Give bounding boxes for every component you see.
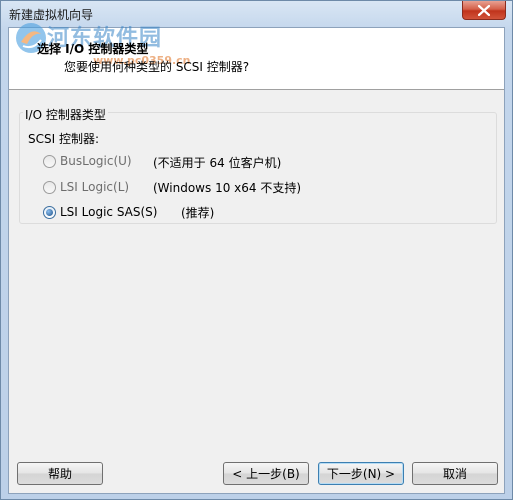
radio-buslogic[interactable]: BusLogic(U): [43, 152, 132, 170]
radio-label-buslogic: BusLogic(U): [60, 154, 132, 168]
close-icon: [478, 4, 490, 16]
close-button[interactable]: [462, 1, 506, 20]
note-lsi-logic: (Windows 10 x64 不支持): [153, 181, 302, 195]
radio-lsi-logic-sas[interactable]: LSI Logic SAS(S): [43, 203, 157, 221]
wizard-footer: 帮助 < 上一步(B) 下一步(N) > 取消: [9, 448, 504, 493]
help-button[interactable]: 帮助: [17, 462, 103, 485]
page-title: 选择 I/O 控制器类型: [37, 42, 149, 56]
cancel-button[interactable]: 取消: [412, 462, 498, 485]
wizard-header: 河东软件园 www.pc0359.cn 选择 I/O 控制器类型 您要使用何种类…: [9, 23, 504, 90]
next-button[interactable]: 下一步(N) >: [318, 462, 404, 485]
radio-label-lsi-logic: LSI Logic(L): [60, 180, 130, 194]
radio-label-lsi-logic-sas: LSI Logic SAS(S): [60, 205, 158, 219]
note-lsi-logic-sas: (推荐): [181, 206, 215, 220]
wizard-window: 新建虚拟机向导 河东软件园 www.pc0359.cn 选择 I/O 控制器类型…: [0, 0, 513, 500]
radio-lsi-logic[interactable]: LSI Logic(L): [43, 178, 129, 196]
group-legend: I/O 控制器类型: [23, 106, 108, 123]
dialog-client-area: 河东软件园 www.pc0359.cn 选择 I/O 控制器类型 您要使用何种类…: [8, 23, 505, 494]
note-buslogic: (不适用于 64 位客户机): [153, 156, 282, 170]
page-subtitle: 您要使用何种类型的 SCSI 控制器?: [64, 60, 250, 74]
radio-unchecked-icon[interactable]: [43, 154, 56, 168]
radio-unchecked-icon[interactable]: [43, 180, 56, 194]
radio-checked-icon[interactable]: [43, 205, 56, 219]
back-button[interactable]: < 上一步(B): [223, 462, 309, 485]
scsi-controller-label: SCSI 控制器:: [28, 132, 100, 146]
